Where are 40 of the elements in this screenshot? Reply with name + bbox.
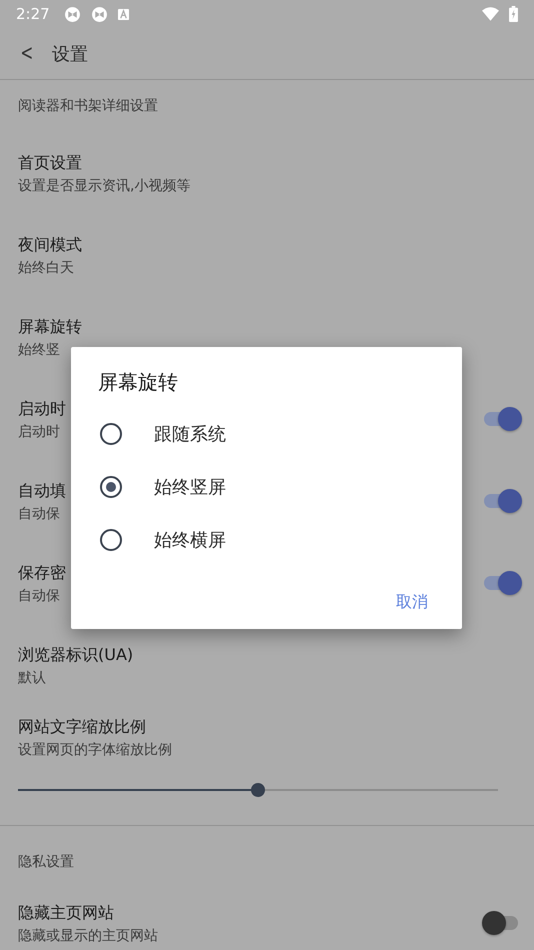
setting-title[interactable]: 隐藏主页网站 [18,902,114,924]
setting-summary: 设置网页的字体缩放比例 [18,741,172,760]
setting-title[interactable]: 保存密 [18,562,66,584]
option-label[interactable]: 始终竖屏 [154,474,226,498]
setting-title[interactable]: 夜间模式 [18,234,82,256]
toggle-switch[interactable] [482,570,522,596]
setting-title[interactable]: 自动填 [18,480,66,502]
setting-title[interactable]: 启动时 [18,398,66,420]
setting-summary: 始终竖 [18,341,60,360]
wifi-icon [482,7,499,21]
option-label[interactable]: 始终横屏 [154,528,226,552]
dialog-title: 屏幕旋转 [98,369,178,395]
setting-summary: 阅读器和书架详细设置 [18,97,158,116]
setting-summary: 自动保 [18,505,60,524]
setting-summary: 隐藏或显示的主页网站 [18,927,158,946]
radio-button[interactable] [100,528,122,550]
setting-summary: 自动保 [18,587,60,606]
section-header: 隐私设置 [17,853,75,872]
battery-charging-icon [509,6,518,22]
radio-button[interactable] [100,476,122,498]
setting-title[interactable]: 首页设置 [18,152,82,174]
page-title: 设置 [52,42,88,66]
scale-slider[interactable] [18,783,498,797]
status-time: 2:27 [16,5,50,23]
setting-summary: 设置是否显示资讯,小视频等 [18,177,190,196]
setting-title[interactable]: 浏览器标识(UA) [18,644,134,666]
option-label[interactable]: 跟随系统 [154,422,226,446]
back-button[interactable]: < [20,41,32,66]
toggle-switch[interactable] [482,406,522,432]
toggle-switch[interactable] [482,488,522,514]
setting-summary: 默认 [18,669,46,688]
radio-button[interactable] [100,422,122,444]
cancel-button[interactable]: 取消 [394,588,430,617]
app-notification-icon [90,6,108,22]
setting-summary: 启动时 [18,423,60,442]
keyboard-notification-icon [118,8,129,20]
app-notification-icon [64,6,81,22]
setting-title[interactable]: 网站文字缩放比例 [18,716,146,738]
setting-summary: 始终白天 [18,259,74,278]
setting-title[interactable]: 屏幕旋转 [18,316,82,338]
